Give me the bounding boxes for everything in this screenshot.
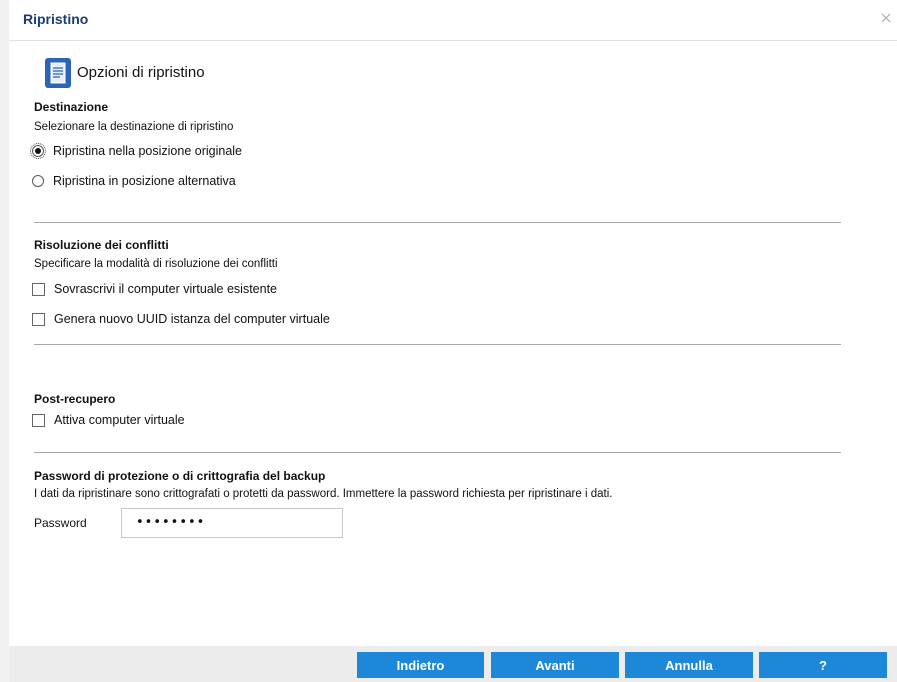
title-bar: Ripristino — [9, 0, 897, 41]
divider — [34, 452, 841, 453]
restore-dialog: Ripristino Opzioni di ripristino — [9, 0, 897, 682]
password-section-description: I dati da ripristinare sono crittografat… — [34, 488, 613, 500]
conflicts-description: Specificare la modalità di risoluzione d… — [34, 258, 278, 270]
checkbox-new-uuid[interactable]: Genera nuovo UUID istanza del computer v… — [32, 311, 330, 327]
radio-alternate-label: Ripristina in posizione alternativa — [53, 174, 236, 188]
help-button[interactable]: ? — [759, 652, 887, 678]
checkbox-overwrite-label: Sovrascrivi il computer virtuale esisten… — [54, 282, 277, 296]
checkbox-overwrite-vm[interactable]: Sovrascrivi il computer virtuale esisten… — [32, 281, 277, 297]
checkbox[interactable] — [32, 413, 45, 427]
checkbox-uuid-label: Genera nuovo UUID istanza del computer v… — [54, 312, 330, 326]
radio-original-label: Ripristina nella posizione originale — [53, 144, 242, 158]
next-button[interactable]: Avanti — [491, 652, 619, 678]
destination-title: Destinazione — [34, 100, 109, 114]
options-header: Opzioni di ripristino — [77, 64, 205, 81]
post-recovery-title: Post-recupero — [34, 392, 116, 406]
conflicts-title: Risoluzione dei conflitti — [34, 238, 169, 252]
dialog-title: Ripristino — [23, 11, 89, 27]
document-icon — [45, 58, 71, 88]
password-input[interactable]: •••••••• — [121, 508, 343, 538]
checkbox[interactable] — [32, 312, 45, 326]
radio-alternate-location[interactable]: Ripristina in posizione alternativa — [32, 173, 236, 189]
checkbox-power-on-vm[interactable]: Attiva computer virtuale — [32, 412, 185, 428]
checkbox[interactable] — [32, 282, 45, 296]
close-icon[interactable] — [878, 10, 894, 26]
checkbox-power-on-label: Attiva computer virtuale — [54, 413, 185, 427]
cancel-button[interactable]: Annulla — [625, 652, 753, 678]
radio-button-selected[interactable] — [30, 143, 46, 159]
divider — [34, 222, 841, 223]
destination-description: Selezionare la destinazione di ripristin… — [34, 121, 234, 133]
divider — [34, 344, 841, 345]
radio-original-location[interactable]: Ripristina nella posizione originale — [30, 143, 242, 159]
password-label: Password — [34, 516, 87, 530]
password-section-title: Password di protezione o di crittografia… — [34, 469, 326, 483]
radio-button[interactable] — [32, 175, 44, 187]
back-button[interactable]: Indietro — [357, 652, 484, 678]
